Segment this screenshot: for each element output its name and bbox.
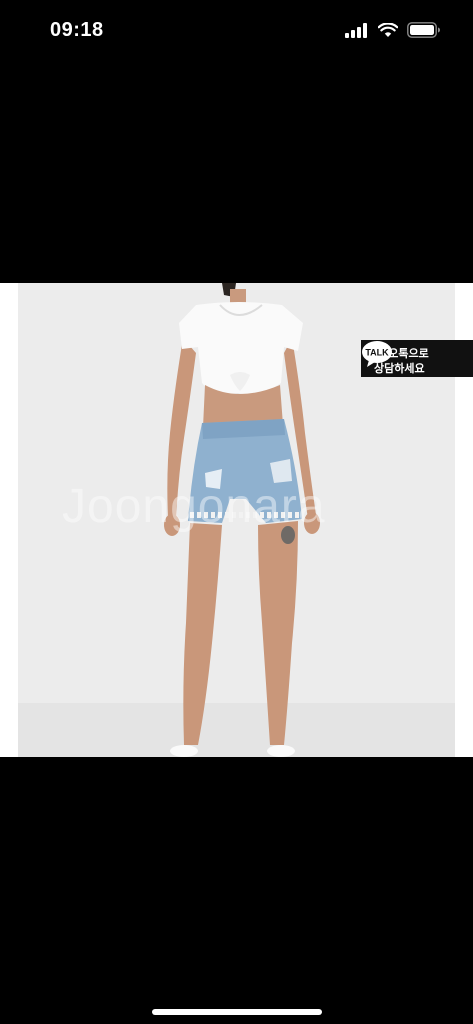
cellular-signal-icon [345,22,367,38]
battery-icon [407,22,440,38]
status-icons [345,22,441,38]
watermark-text: Joongonara [62,480,326,533]
kakao-consult-badge[interactable]: 카카오톡으로 상담하세요 TALK [361,340,473,377]
home-indicator[interactable] [152,1009,322,1015]
talk-bubble-icon: TALK [362,341,392,367]
wifi-icon [378,22,398,37]
status-time: 09:18 [50,19,104,41]
status-bar: 09:18 [0,0,473,64]
talk-bubble-label: TALK [365,348,389,358]
product-photo[interactable]: Joongonara 카카오톡으로 상담하세요 TALK [0,283,473,757]
